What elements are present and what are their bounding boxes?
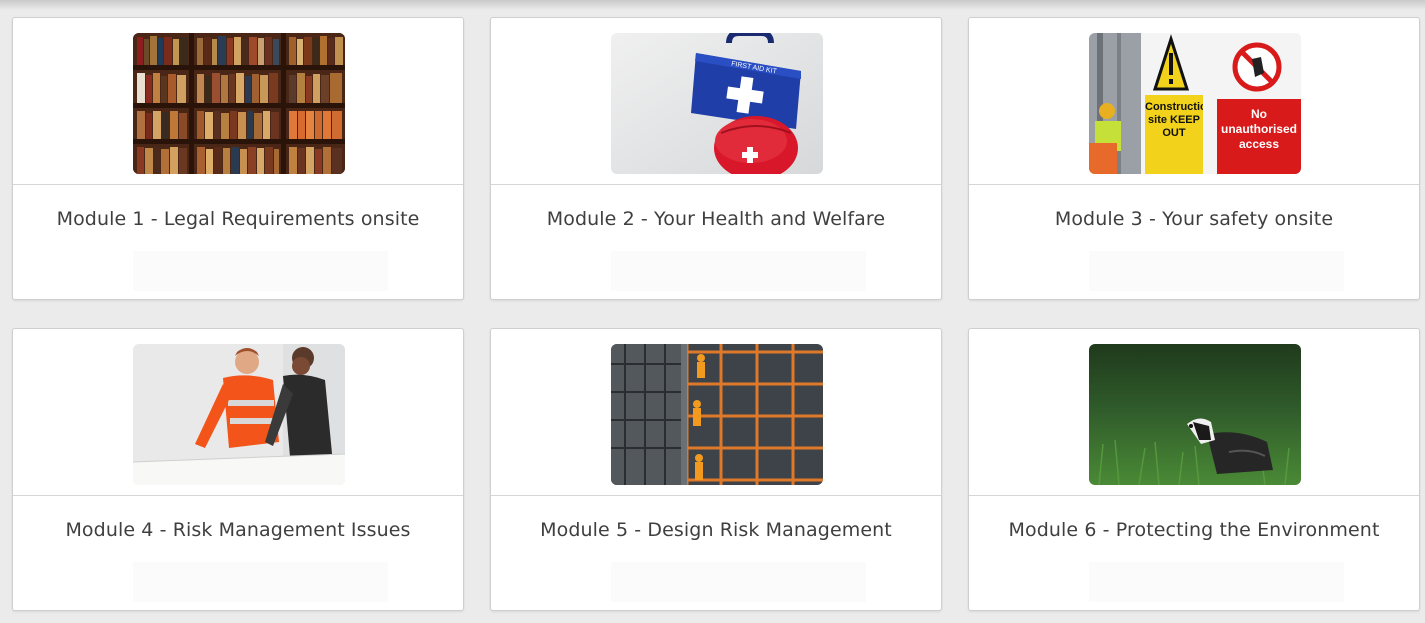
module-image-container: Construction site KEEP OUT No unauthoris… bbox=[969, 18, 1419, 185]
module-card-1[interactable]: Module 1 - Legal Requirements onsite bbox=[12, 17, 464, 300]
module-image-container bbox=[13, 329, 463, 496]
module-card-4[interactable]: Module 4 - Risk Management Issues bbox=[12, 328, 464, 611]
top-bar bbox=[0, 0, 1425, 10]
module-card-5[interactable]: Module 5 - Design Risk Management bbox=[490, 328, 942, 611]
module-placeholder bbox=[133, 251, 388, 291]
module-image-container: FIRST AID KIT bbox=[491, 18, 941, 185]
module-placeholder bbox=[133, 562, 388, 602]
module-title[interactable]: Module 6 - Protecting the Environment bbox=[969, 495, 1419, 565]
module-image-container bbox=[969, 329, 1419, 496]
scaffolding-image bbox=[611, 344, 823, 485]
module-image-container bbox=[491, 329, 941, 496]
module-title[interactable]: Module 3 - Your safety onsite bbox=[969, 184, 1419, 254]
keep-out-sign-text: Construction site KEEP OUT bbox=[1145, 101, 1203, 139]
module-placeholder bbox=[1089, 251, 1344, 291]
module-placeholder bbox=[611, 562, 866, 602]
module-title[interactable]: Module 4 - Risk Management Issues bbox=[13, 495, 463, 565]
construction-signs-image: Construction site KEEP OUT No unauthoris… bbox=[1089, 33, 1301, 174]
module-card-2[interactable]: FIRST AID KIT Module 2 - Your Health and… bbox=[490, 17, 942, 300]
module-placeholder bbox=[611, 251, 866, 291]
bookshelf-image bbox=[133, 33, 345, 174]
first-aid-kit-image: FIRST AID KIT bbox=[611, 33, 823, 174]
module-image-container bbox=[13, 18, 463, 185]
badger-image bbox=[1089, 344, 1301, 485]
module-card-6[interactable]: Module 6 - Protecting the Environment bbox=[968, 328, 1420, 611]
module-title[interactable]: Module 2 - Your Health and Welfare bbox=[491, 184, 941, 254]
module-title[interactable]: Module 1 - Legal Requirements onsite bbox=[13, 184, 463, 254]
module-placeholder bbox=[1089, 562, 1344, 602]
no-access-sign-text: No unauthorised access bbox=[1220, 107, 1297, 151]
module-title[interactable]: Module 5 - Design Risk Management bbox=[491, 495, 941, 565]
module-card-3[interactable]: Construction site KEEP OUT No unauthoris… bbox=[968, 17, 1420, 300]
workers-plans-image bbox=[133, 344, 345, 485]
